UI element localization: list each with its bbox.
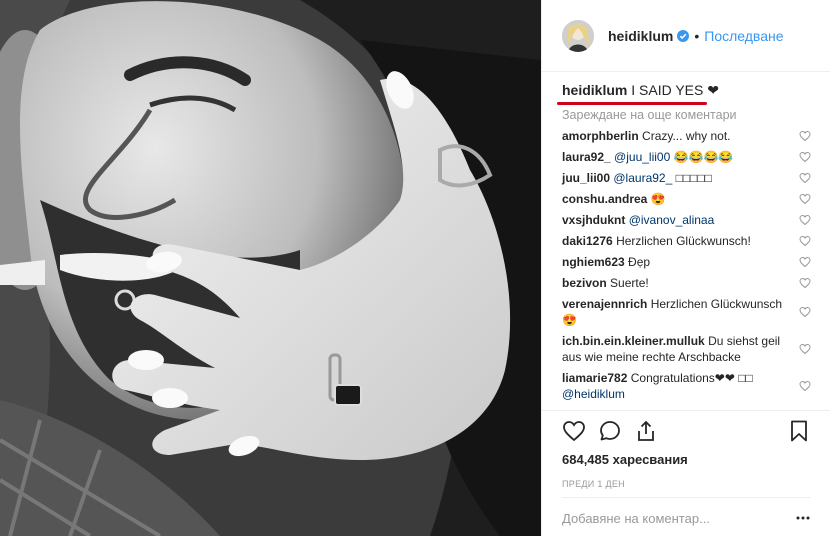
post-caption: heidiklum I SAID YES ❤ xyxy=(557,81,811,105)
like-comment-icon[interactable] xyxy=(799,172,811,184)
post-photo[interactable] xyxy=(0,0,541,536)
comment-item: daki1276 Herzlichen Glückwunsch! xyxy=(562,233,811,249)
comment-item: vxsjhduknt @ivanov_alinaa xyxy=(562,212,811,228)
comment-text: □□□□□ xyxy=(675,171,712,185)
post-actions: 684,485 харесвания ПРЕДИ 1 ДЕН xyxy=(542,410,830,536)
comment-item: amorphberlin Crazy... why not. xyxy=(562,128,811,144)
bookmark-icon[interactable] xyxy=(787,419,811,443)
like-comment-icon[interactable] xyxy=(799,214,811,226)
action-icons xyxy=(562,411,811,451)
caption-username[interactable]: heidiklum xyxy=(562,82,627,98)
comment-mention[interactable]: @heidiklum xyxy=(562,387,625,401)
header-separator: • xyxy=(694,27,700,44)
likes-count[interactable]: 684,485 харесвания xyxy=(562,452,811,467)
caption-text: I SAID YES ❤ xyxy=(631,82,719,98)
like-comment-icon[interactable] xyxy=(799,130,811,142)
post-header: heidiklum • Последване xyxy=(542,0,830,72)
comment-text: 😍 xyxy=(650,192,666,206)
comment-username[interactable]: laura92_ xyxy=(562,150,611,164)
comment-text: Suerte! xyxy=(610,276,649,290)
comment-text: Crazy... why not. xyxy=(642,129,731,143)
instagram-post: heidiklum • Последване heidiklum I SAID … xyxy=(0,0,830,536)
comment-text: Đẹp xyxy=(628,255,651,269)
like-heart-icon[interactable] xyxy=(562,419,586,443)
comment-mention[interactable]: @juu_lii00 xyxy=(614,150,670,164)
caption-underline xyxy=(557,102,707,105)
add-comment-input[interactable] xyxy=(562,510,795,526)
comment-username[interactable]: bezivon xyxy=(562,276,607,290)
share-icon[interactable] xyxy=(634,419,658,443)
comment-username[interactable]: daki1276 xyxy=(562,234,613,248)
comment-username[interactable]: vxsjhduknt xyxy=(562,213,625,227)
add-comment-bar xyxy=(562,497,811,538)
comment-username[interactable]: verenajennrich xyxy=(562,297,647,311)
like-comment-icon[interactable] xyxy=(799,151,811,163)
like-comment-icon[interactable] xyxy=(799,380,811,392)
post-timestamp[interactable]: ПРЕДИ 1 ДЕН xyxy=(562,479,811,489)
like-comment-icon[interactable] xyxy=(799,193,811,205)
comment-item: liamarie782 Congratulations❤❤ □□ @heidik… xyxy=(562,370,811,402)
comment-mention[interactable]: @ivanov_alinaa xyxy=(629,213,715,227)
comment-username[interactable]: juu_lii00 xyxy=(562,171,610,185)
post-photo-art xyxy=(0,0,541,536)
comment-text: Herzlichen Glückwunsch! xyxy=(616,234,751,248)
comment-text: 😂😂😂😂 xyxy=(673,150,734,164)
comment-item: juu_lii00 @laura92_ □□□□□ xyxy=(562,170,811,186)
load-more-comments-button[interactable]: Зареждане на още коментари xyxy=(562,107,811,123)
avatar[interactable] xyxy=(562,19,594,52)
comment-item: conshu.andrea 😍 xyxy=(562,191,811,207)
comment-username[interactable]: liamarie782 xyxy=(562,371,627,385)
comment-username[interactable]: nghiem623 xyxy=(562,255,625,269)
comment-item: nghiem623 Đẹp xyxy=(562,254,811,270)
comment-item: verenajennrich Herzlichen Glückwunsch 😍 xyxy=(562,296,811,328)
comment-item: laura92_ @juu_lii00 😂😂😂😂 xyxy=(562,149,811,165)
comment-username[interactable]: ich.bin.ein.kleiner.mulluk xyxy=(562,334,705,348)
comment-username[interactable]: conshu.andrea xyxy=(562,192,647,206)
verified-badge-icon xyxy=(677,29,690,42)
comment-username[interactable]: amorphberlin xyxy=(562,129,639,143)
comment-item: ich.bin.ein.kleiner.mulluk Du siehst gei… xyxy=(562,333,811,365)
like-comment-icon[interactable] xyxy=(799,306,811,318)
follow-button[interactable]: Последване xyxy=(704,28,783,44)
post-sidebar: heidiklum • Последване heidiklum I SAID … xyxy=(541,0,830,536)
like-comment-icon[interactable] xyxy=(799,235,811,247)
comment-bubble-icon[interactable] xyxy=(598,419,622,443)
more-options-icon[interactable] xyxy=(795,510,811,526)
comment-mention[interactable]: @laura92_ xyxy=(613,171,672,185)
like-comment-icon[interactable] xyxy=(799,277,811,289)
like-comment-icon[interactable] xyxy=(799,256,811,268)
comment-item: bezivon Suerte! xyxy=(562,275,811,291)
comment-text: Congratulations❤❤ □□ xyxy=(630,371,753,385)
like-comment-icon[interactable] xyxy=(799,343,811,355)
header-username[interactable]: heidiklum xyxy=(608,28,673,44)
comments-list[interactable]: heidiklum I SAID YES ❤ Зареждане на още … xyxy=(542,72,830,410)
